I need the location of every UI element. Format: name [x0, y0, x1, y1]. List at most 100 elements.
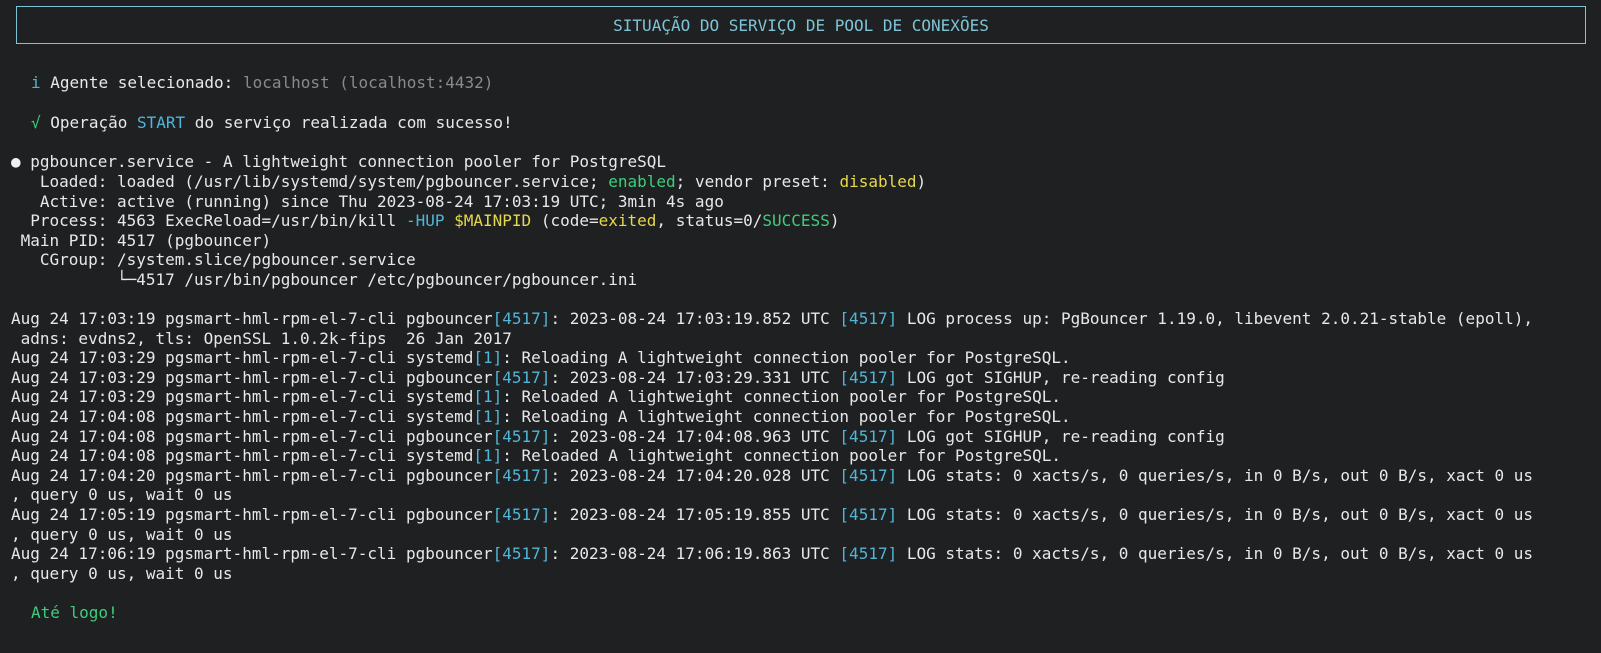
status-process-line: Process: 4563 ExecReload=/usr/bin/kill -… — [11, 211, 839, 231]
log-pre: , query 0 us, wait 0 us — [11, 485, 233, 505]
log-line: Aug 24 17:04:08 pgsmart-hml-rpm-el-7-cli… — [11, 446, 1061, 466]
log-pid: [4517] — [492, 465, 551, 485]
log-line: Aug 24 17:03:29 pgsmart-hml-rpm-el-7-cli… — [11, 368, 1225, 388]
log-pid: [1] — [473, 446, 503, 466]
log-pre: Aug 24 17:04:20 pgsmart-hml-rpm-el-7-cli… — [11, 465, 493, 485]
cgroup-value: /system.slice/pgbouncer.service — [107, 250, 416, 269]
mainpid-label: Main PID: — [11, 231, 108, 250]
process-exited: exited — [598, 211, 657, 230]
log-post: LOG stats: 0 xacts/s, 0 queries/s, in 0 … — [897, 465, 1533, 485]
info-icon: i — [31, 73, 41, 92]
log-pid: [4517] — [492, 426, 551, 446]
log-line: , query 0 us, wait 0 us — [11, 525, 233, 545]
log-line: Aug 24 17:04:08 pgsmart-hml-rpm-el-7-cli… — [11, 427, 1225, 447]
status-title: pgbouncer.service - A lightweight connec… — [30, 152, 667, 171]
log-line: Aug 24 17:03:29 pgsmart-hml-rpm-el-7-cli… — [11, 348, 1071, 368]
log-pid2: [4517] — [839, 426, 898, 446]
log-pre: , query 0 us, wait 0 us — [11, 524, 233, 544]
operation-prefix: Operação — [50, 113, 128, 132]
status-active-line: Active: active (running) since Thu 2023-… — [11, 192, 724, 212]
log-pid2: [4517] — [839, 544, 898, 564]
log-mid: : Reloading A lightweight connection poo… — [502, 407, 1071, 426]
status-title-line: ● pgbouncer.service - A lightweight conn… — [11, 152, 666, 172]
log-pid2: [4517] — [839, 309, 898, 328]
log-pid: [1] — [473, 348, 503, 368]
cgroup-child: └─4517 /usr/bin/pgbouncer /etc/pgbouncer… — [11, 270, 638, 289]
log-post: LOG stats: 0 xacts/s, 0 queries/s, in 0 … — [897, 544, 1533, 564]
process-mainpid: $MAINPID — [454, 211, 532, 230]
loaded-suffix: ) — [916, 172, 927, 191]
log-mid: : Reloaded A lightweight connection pool… — [502, 387, 1061, 407]
terminal-window: SITUAÇÃO DO SERVIÇO DE POOL DE CONEXÕES … — [0, 0, 1601, 653]
log-line: , query 0 us, wait 0 us — [11, 485, 233, 505]
process-code: (code= — [531, 211, 599, 230]
status-bullet-icon: ● — [11, 152, 21, 171]
log-mid: : 2023-08-24 17:04:20.028 UTC — [550, 465, 840, 485]
log-line: Aug 24 17:03:19 pgsmart-hml-rpm-el-7-cli… — [11, 309, 1533, 329]
log-line: Aug 24 17:05:19 pgsmart-hml-rpm-el-7-cli… — [11, 505, 1533, 525]
log-post: LOG got SIGHUP, re-reading config — [897, 367, 1225, 387]
log-mid: : 2023-08-24 17:03:19.852 UTC — [550, 309, 840, 328]
process-end: ) — [829, 211, 840, 230]
log-mid: : 2023-08-24 17:04:08.963 UTC — [550, 426, 840, 446]
log-pid2: [4517] — [839, 367, 898, 387]
log-pid2: [4517] — [839, 505, 898, 524]
log-pre: Aug 24 17:03:29 pgsmart-hml-rpm-el-7-cli… — [11, 348, 474, 368]
farewell-text: Até logo! — [31, 603, 118, 622]
operation-action: START — [136, 113, 186, 132]
process-prefix: 4563 ExecReload=/usr/bin/kill — [107, 211, 406, 230]
loaded-enabled: enabled — [608, 172, 676, 191]
log-pid2: [4517] — [839, 465, 898, 485]
log-mid: : 2023-08-24 17:03:29.331 UTC — [550, 367, 840, 387]
active-label: Active: — [11, 192, 108, 211]
log-mid: : 2023-08-24 17:06:19.863 UTC — [550, 544, 840, 564]
log-pre: Aug 24 17:03:29 pgsmart-hml-rpm-el-7-cli… — [11, 367, 493, 387]
loaded-label: Loaded: — [11, 172, 108, 191]
check-icon: √ — [31, 113, 41, 132]
log-pid: [1] — [473, 407, 503, 426]
agent-value: localhost (localhost:4432) — [242, 73, 494, 92]
operation-line: √ Operação START do serviço realizada co… — [31, 113, 513, 133]
log-pre: , query 0 us, wait 0 us — [11, 563, 233, 583]
log-pre: adns: evdns2, tls: OpenSSL 1.0.2k-fips 2… — [11, 328, 512, 348]
log-mid: : Reloaded A lightweight connection pool… — [502, 446, 1061, 466]
log-line: , query 0 us, wait 0 us — [11, 564, 233, 584]
process-label: Process: — [11, 211, 108, 230]
process-space — [444, 211, 454, 230]
log-post: LOG stats: 0 xacts/s, 0 queries/s, in 0 … — [897, 505, 1533, 524]
log-pid: [4517] — [492, 367, 551, 387]
agent-line: i Agente selecionado: localhost (localho… — [31, 73, 493, 93]
section-header: SITUAÇÃO DO SERVIÇO DE POOL DE CONEXÕES — [16, 6, 1586, 44]
log-pid: [4517] — [492, 544, 551, 564]
mainpid-value: 4517 (pgbouncer) — [107, 231, 272, 250]
log-post: LOG process up: PgBouncer 1.19.0, libeve… — [897, 309, 1533, 328]
status-mainpid-line: Main PID: 4517 (pgbouncer) — [11, 231, 271, 251]
log-line: adns: evdns2, tls: OpenSSL 1.0.2k-fips 2… — [11, 329, 512, 349]
log-line: Aug 24 17:06:19 pgsmart-hml-rpm-el-7-cli… — [11, 544, 1533, 564]
log-post: LOG got SIGHUP, re-reading config — [897, 426, 1225, 446]
log-pre: Aug 24 17:03:29 pgsmart-hml-rpm-el-7-cli… — [11, 387, 474, 407]
log-line: Aug 24 17:04:20 pgsmart-hml-rpm-el-7-cli… — [11, 466, 1533, 486]
process-hup: -HUP — [405, 211, 445, 230]
log-mid: : Reloading A lightweight connection poo… — [502, 348, 1071, 368]
agent-label: Agente selecionado: — [50, 73, 234, 92]
operation-suffix: do serviço realizada com sucesso! — [194, 113, 513, 132]
log-pid: [1] — [473, 387, 503, 407]
active-value: active (running) since Thu 2023-08-24 17… — [107, 192, 724, 211]
log-line: Aug 24 17:03:29 pgsmart-hml-rpm-el-7-cli… — [11, 387, 1061, 407]
log-pre: Aug 24 17:04:08 pgsmart-hml-rpm-el-7-cli… — [11, 426, 493, 446]
log-pre: Aug 24 17:04:08 pgsmart-hml-rpm-el-7-cli… — [11, 446, 474, 466]
process-success: SUCCESS — [762, 211, 830, 230]
log-mid: : 2023-08-24 17:05:19.855 UTC — [550, 505, 840, 524]
status-cgroup-child-line: └─4517 /usr/bin/pgbouncer /etc/pgbouncer… — [11, 270, 637, 290]
log-pre: Aug 24 17:04:08 pgsmart-hml-rpm-el-7-cli… — [11, 407, 474, 426]
log-line: Aug 24 17:04:08 pgsmart-hml-rpm-el-7-cli… — [11, 407, 1071, 427]
cgroup-label: CGroup: — [11, 250, 108, 269]
header-title: SITUAÇÃO DO SERVIÇO DE POOL DE CONEXÕES — [613, 15, 989, 35]
loaded-mid: ; vendor preset: — [675, 172, 840, 191]
loaded-disabled: disabled — [839, 172, 917, 191]
log-pid: [4517] — [492, 505, 551, 524]
log-pre: Aug 24 17:03:19 pgsmart-hml-rpm-el-7-cli… — [11, 309, 493, 328]
log-pre: Aug 24 17:05:19 pgsmart-hml-rpm-el-7-cli… — [11, 505, 493, 524]
status-loaded-line: Loaded: loaded (/usr/lib/systemd/system/… — [11, 172, 926, 192]
